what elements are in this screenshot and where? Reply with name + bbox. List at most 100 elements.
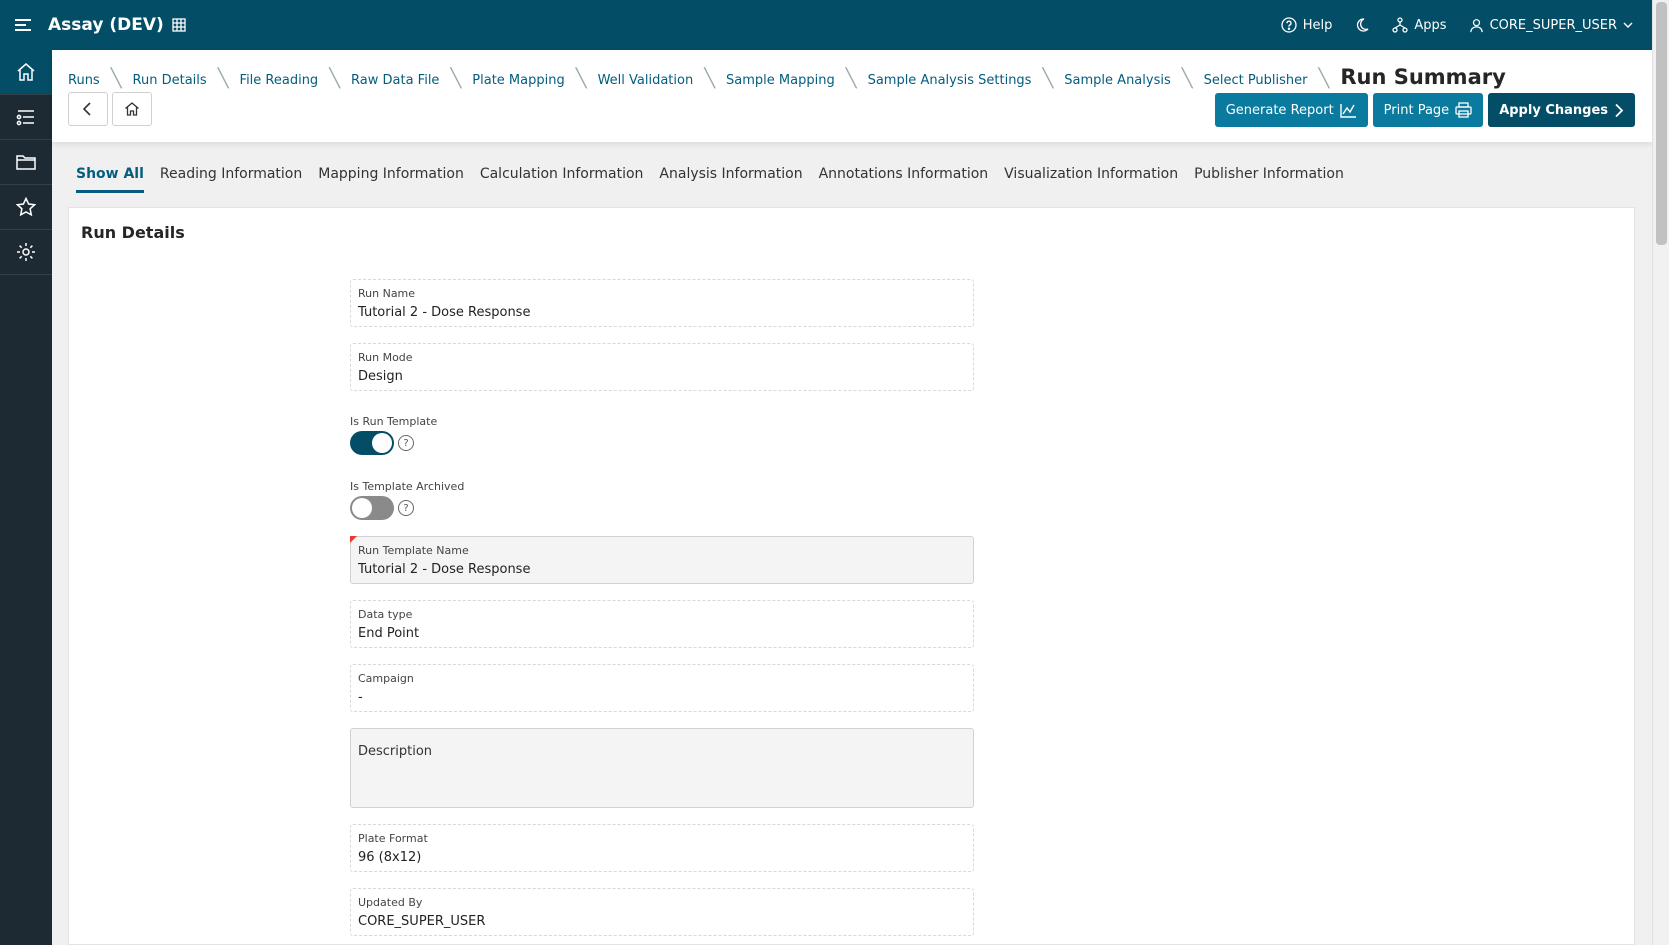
breadcrumb-plate-mapping[interactable]: Plate Mapping [472, 73, 564, 88]
breadcrumb-raw-data-file[interactable]: Raw Data File [351, 73, 439, 88]
list-icon [16, 110, 34, 126]
apps-icon [1392, 17, 1409, 33]
campaign-value: - [358, 690, 363, 705]
breadcrumb-separator: ╲ [575, 68, 587, 89]
run-mode-value: Design [358, 369, 403, 384]
star-icon [16, 197, 36, 217]
home-icon [17, 63, 35, 81]
run-template-name-value: Tutorial 2 - Dose Response [358, 562, 531, 577]
page-header: Runs ╲ Run Details ╲ File Reading ╲ Raw Dat… [52, 50, 1652, 142]
updated-by-field[interactable]: Updated By CORE_SUPER_USER [350, 888, 974, 936]
run-name-label: Run Name [358, 287, 416, 300]
run-name-value: Tutorial 2 - Dose Response [358, 305, 531, 320]
scrollbar-thumb[interactable] [1656, 2, 1667, 245]
updated-by-value: CORE_SUPER_USER [358, 914, 486, 929]
help-button[interactable]: Help [1281, 17, 1333, 33]
print-page-button[interactable]: Print Page [1372, 93, 1484, 127]
breadcrumb-run-details[interactable]: Run Details [133, 73, 207, 88]
user-label: CORE_SUPER_USER [1489, 17, 1617, 33]
is-run-template-toggle[interactable] [350, 431, 394, 455]
help-question-icon[interactable]: ? [398, 500, 414, 516]
app-title[interactable]: Assay (DEV) [48, 15, 164, 35]
plate-format-value: 96 (8x12) [358, 850, 422, 865]
is-run-template-label: Is Run Template [350, 415, 438, 428]
nav-favorites[interactable] [0, 185, 52, 230]
home-button[interactable] [112, 92, 152, 126]
moon-icon [1357, 18, 1369, 32]
data-type-field[interactable]: Data type End Point [350, 600, 974, 648]
breadcrumb-sample-analysis-settings[interactable]: Sample Analysis Settings [868, 73, 1032, 88]
breadcrumb-file-reading[interactable]: File Reading [240, 73, 319, 88]
tab-show-all[interactable]: Show All [76, 166, 144, 193]
tab-annotations-information[interactable]: Annotations Information [819, 166, 989, 193]
is-run-template-block: Is Run Template ? [350, 415, 437, 455]
dark-mode-toggle[interactable] [1354, 17, 1370, 33]
breadcrumb-separator: ╲ [1042, 68, 1054, 89]
tab-mapping-information[interactable]: Mapping Information [318, 166, 464, 193]
campaign-label: Campaign [358, 672, 414, 685]
breadcrumb-separator: ╲ [110, 68, 122, 89]
help-question-icon[interactable]: ? [398, 435, 414, 451]
tab-calculation-information[interactable]: Calculation Information [480, 166, 644, 193]
breadcrumb-separator: ╲ [845, 68, 857, 89]
grid-icon[interactable] [172, 18, 186, 32]
chevron-right-icon [1615, 103, 1624, 117]
generate-report-button[interactable]: Generate Report [1214, 93, 1368, 127]
chart-line-icon [1339, 103, 1356, 118]
chevron-left-icon [82, 102, 91, 116]
help-label: Help [1302, 17, 1333, 33]
panel-title: Run Details [81, 223, 185, 242]
updated-by-label: Updated By [358, 896, 423, 909]
apps-button[interactable]: Apps [1392, 17, 1447, 33]
breadcrumb-separator: ╲ [450, 68, 462, 89]
apply-changes-button[interactable]: Apply Changes [1488, 93, 1635, 127]
print-page-label: Print Page [1383, 102, 1450, 118]
nav-home[interactable] [0, 50, 52, 95]
is-template-archived-toggle[interactable] [350, 496, 394, 520]
section-tabs: Show All Reading Information Mapping Inf… [76, 166, 1344, 193]
nav-settings[interactable] [0, 230, 52, 275]
toggle-knob [352, 498, 372, 518]
is-template-archived-label: Is Template Archived [350, 480, 465, 493]
help-circle-icon [1281, 17, 1297, 33]
apps-label: Apps [1414, 17, 1447, 33]
vertical-scrollbar[interactable] [1652, 0, 1669, 945]
campaign-field[interactable]: Campaign - [350, 664, 974, 712]
tab-publisher-information[interactable]: Publisher Information [1194, 166, 1344, 193]
plate-format-label: Plate Format [358, 832, 428, 845]
user-menu[interactable]: CORE_SUPER_USER [1469, 18, 1633, 33]
plate-format-field[interactable]: Plate Format 96 (8x12) [350, 824, 974, 872]
breadcrumb-separator: ╲ [329, 68, 341, 89]
generate-report-label: Generate Report [1225, 102, 1334, 118]
run-template-name-field[interactable]: Run Template Name Tutorial 2 - Dose Resp… [350, 536, 974, 584]
breadcrumb-runs[interactable]: Runs [68, 73, 100, 88]
apply-changes-label: Apply Changes [1499, 102, 1608, 118]
tab-analysis-information[interactable]: Analysis Information [659, 166, 802, 193]
description-textarea[interactable]: Description [350, 728, 974, 808]
breadcrumb-separator: ╲ [1181, 68, 1193, 89]
data-type-label: Data type [358, 608, 413, 621]
breadcrumb-sample-mapping[interactable]: Sample Mapping [726, 73, 835, 88]
breadcrumb-select-publisher[interactable]: Select Publisher [1204, 73, 1308, 88]
breadcrumb-separator: ╲ [1318, 68, 1330, 89]
run-mode-field[interactable]: Run Mode Design [350, 343, 974, 391]
folder-icon [16, 155, 36, 170]
nav-folder[interactable] [0, 140, 52, 185]
menu-icon[interactable] [0, 0, 48, 50]
breadcrumb: Runs ╲ Run Details ╲ File Reading ╲ Raw Dat… [68, 65, 1506, 89]
description-placeholder: Description [358, 744, 433, 759]
run-details-panel: Run Details Run Name Tutorial 2 - Dose R… [68, 207, 1635, 945]
tab-visualization-information[interactable]: Visualization Information [1004, 166, 1178, 193]
breadcrumb-well-validation[interactable]: Well Validation [598, 73, 694, 88]
tab-reading-information[interactable]: Reading Information [160, 166, 302, 193]
run-name-field[interactable]: Run Name Tutorial 2 - Dose Response [350, 279, 974, 327]
toggle-knob [372, 433, 392, 453]
printer-icon [1455, 102, 1472, 118]
left-nav [0, 50, 52, 945]
breadcrumb-sample-analysis[interactable]: Sample Analysis [1064, 73, 1170, 88]
back-button[interactable] [68, 92, 108, 126]
run-mode-label: Run Mode [358, 351, 413, 364]
data-type-value: End Point [358, 626, 420, 641]
nav-list[interactable] [0, 95, 52, 140]
required-marker [350, 536, 357, 543]
